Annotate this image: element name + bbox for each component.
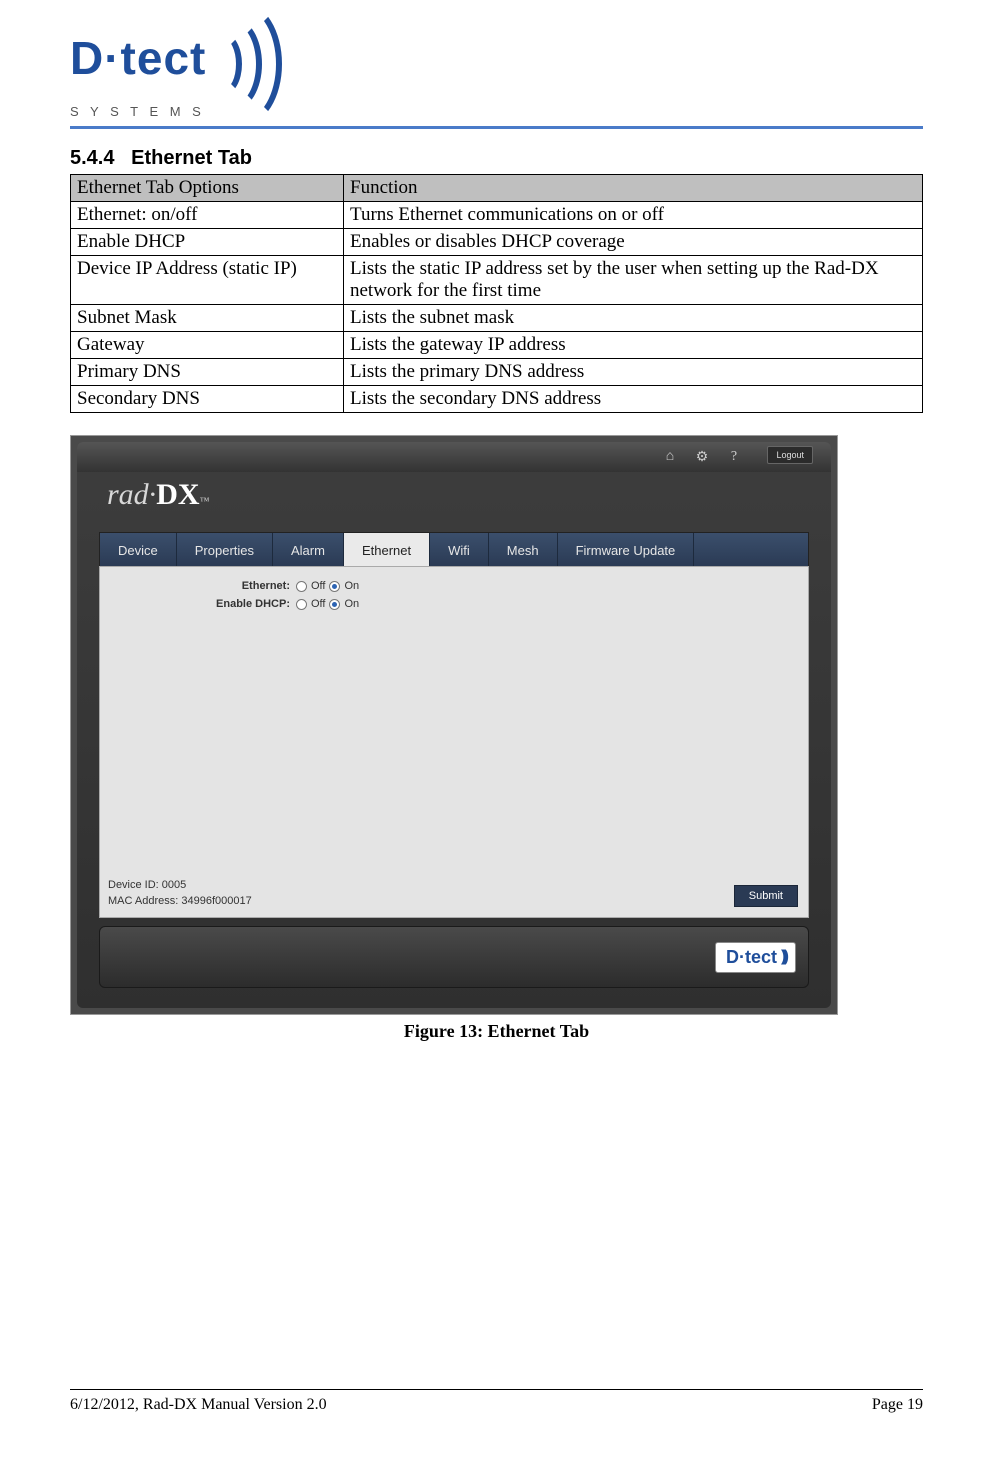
dhcp-off-radio[interactable] (296, 599, 307, 610)
header-logo: D·tect S Y S T E M S (70, 0, 923, 123)
tab-firmware-update[interactable]: Firmware Update (558, 533, 695, 567)
table-row: Primary DNSLists the primary DNS address (71, 359, 923, 386)
ethernet-off-radio[interactable] (296, 581, 307, 592)
options-table: Ethernet Tab Options Function Ethernet: … (70, 174, 923, 413)
logo-text: D·tect (70, 31, 206, 85)
ethernet-off-label: Off (311, 580, 325, 592)
device-info: Device ID: 0005 MAC Address: 34996f00001… (108, 878, 252, 909)
table-header-options: Ethernet Tab Options (71, 175, 344, 202)
tab-device[interactable]: Device (100, 533, 177, 567)
screenshot-brand: rad·DX™ (107, 478, 209, 512)
tab-wifi[interactable]: Wifi (430, 533, 489, 567)
gear-icon[interactable]: ⚙ (695, 450, 709, 464)
screenshot-tabs: Device Properties Alarm Ethernet Wifi Me… (99, 532, 809, 568)
signal-arcs-icon (216, 8, 296, 108)
section-heading: 5.4.4 Ethernet Tab (70, 147, 923, 170)
header-divider (70, 126, 923, 129)
tab-ethernet[interactable]: Ethernet (344, 533, 430, 567)
footer-left: 6/12/2012, Rad-DX Manual Version 2.0 (70, 1396, 327, 1414)
help-icon[interactable]: ? (727, 450, 741, 464)
table-header-function: Function (344, 175, 923, 202)
logout-button[interactable]: Logout (767, 446, 813, 464)
tab-mesh[interactable]: Mesh (489, 533, 558, 567)
screenshot-content-panel: Ethernet: Off On Enable DHCP: Off (99, 566, 809, 918)
home-icon[interactable]: ⌂ (663, 450, 677, 464)
table-row: GatewayLists the gateway IP address (71, 332, 923, 359)
section-number: 5.4.4 (70, 147, 114, 169)
table-row: Secondary DNSLists the secondary DNS add… (71, 386, 923, 413)
dhcp-off-label: Off (311, 598, 325, 610)
dhcp-on-label: On (344, 598, 359, 610)
section-title-text: Ethernet Tab (131, 147, 252, 169)
signal-arcs-icon: ))) (781, 948, 785, 966)
tab-alarm[interactable]: Alarm (273, 533, 344, 567)
device-id-text: Device ID: 0005 (108, 878, 252, 893)
ethernet-label: Ethernet: (100, 580, 296, 592)
table-row: Device IP Address (static IP)Lists the s… (71, 256, 923, 305)
ethernet-on-radio[interactable] (329, 581, 340, 592)
footer-right: Page 19 (872, 1396, 923, 1414)
table-row: Subnet MaskLists the subnet mask (71, 305, 923, 332)
dhcp-on-radio[interactable] (329, 599, 340, 610)
dhcp-label: Enable DHCP: (100, 598, 296, 610)
screenshot-bottom-bar: D·tect ))) (99, 926, 809, 988)
figure-caption: Figure 13: Ethernet Tab (70, 1021, 923, 1042)
footer-divider (70, 1389, 923, 1390)
table-row: Ethernet: on/offTurns Ethernet communica… (71, 202, 923, 229)
ethernet-on-label: On (344, 580, 359, 592)
embedded-screenshot: ⌂ ⚙ ? Logout rad·DX™ Device Properties A… (70, 435, 838, 1015)
tab-properties[interactable]: Properties (177, 533, 273, 567)
screenshot-topbar: ⌂ ⚙ ? (77, 442, 831, 472)
footer-brand-logo: D·tect ))) (715, 942, 796, 973)
submit-button[interactable]: Submit (734, 885, 798, 907)
mac-address-text: MAC Address: 34996f000017 (108, 894, 252, 909)
table-row: Enable DHCPEnables or disables DHCP cove… (71, 229, 923, 256)
